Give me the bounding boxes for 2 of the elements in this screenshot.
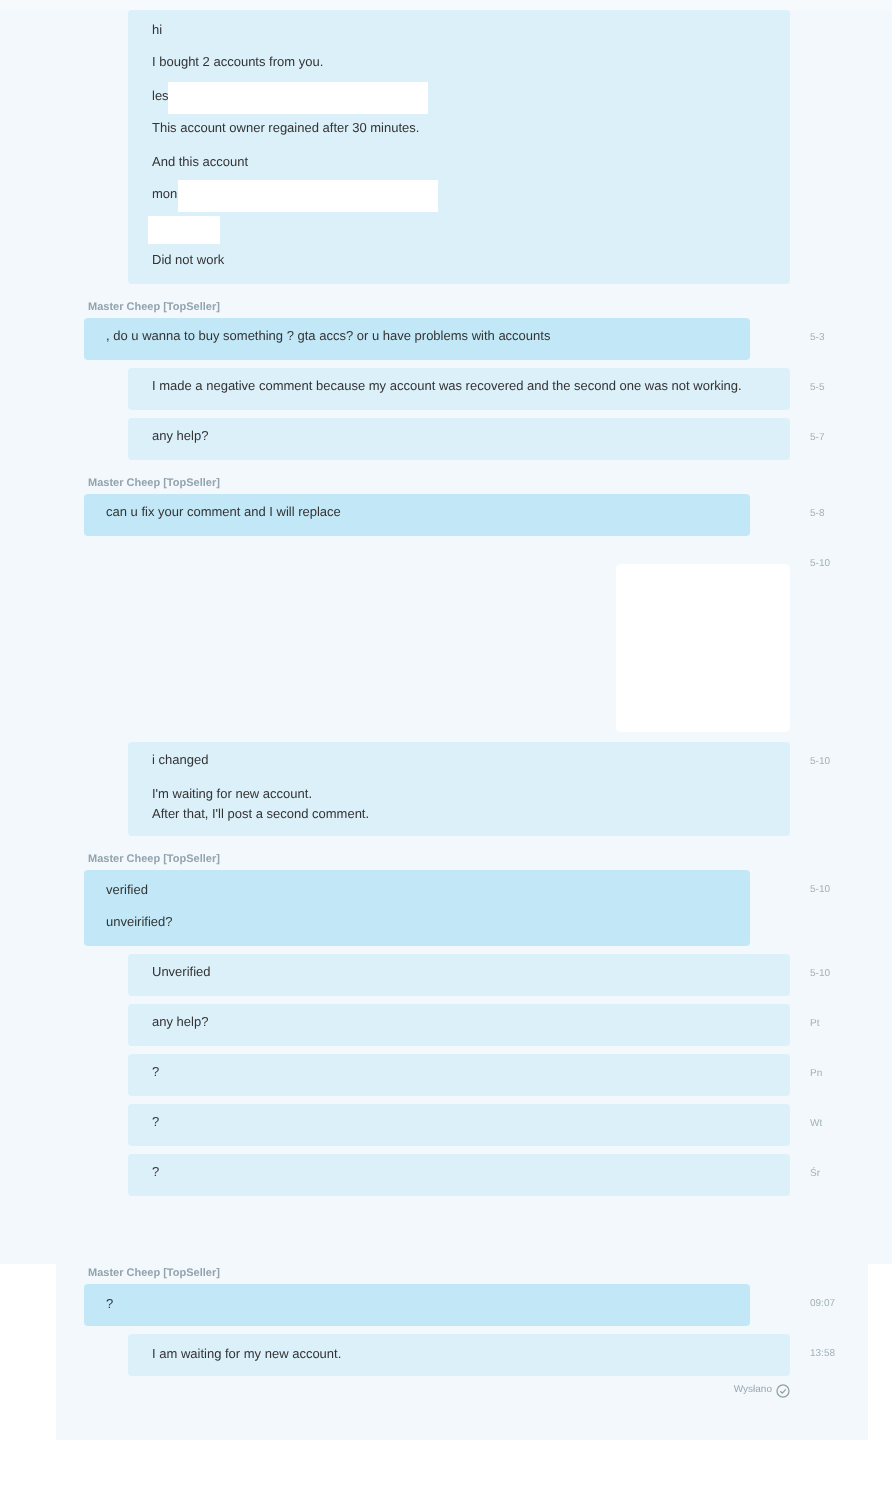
- redaction-block: [148, 215, 220, 243]
- check-circle-icon: [776, 1384, 790, 1399]
